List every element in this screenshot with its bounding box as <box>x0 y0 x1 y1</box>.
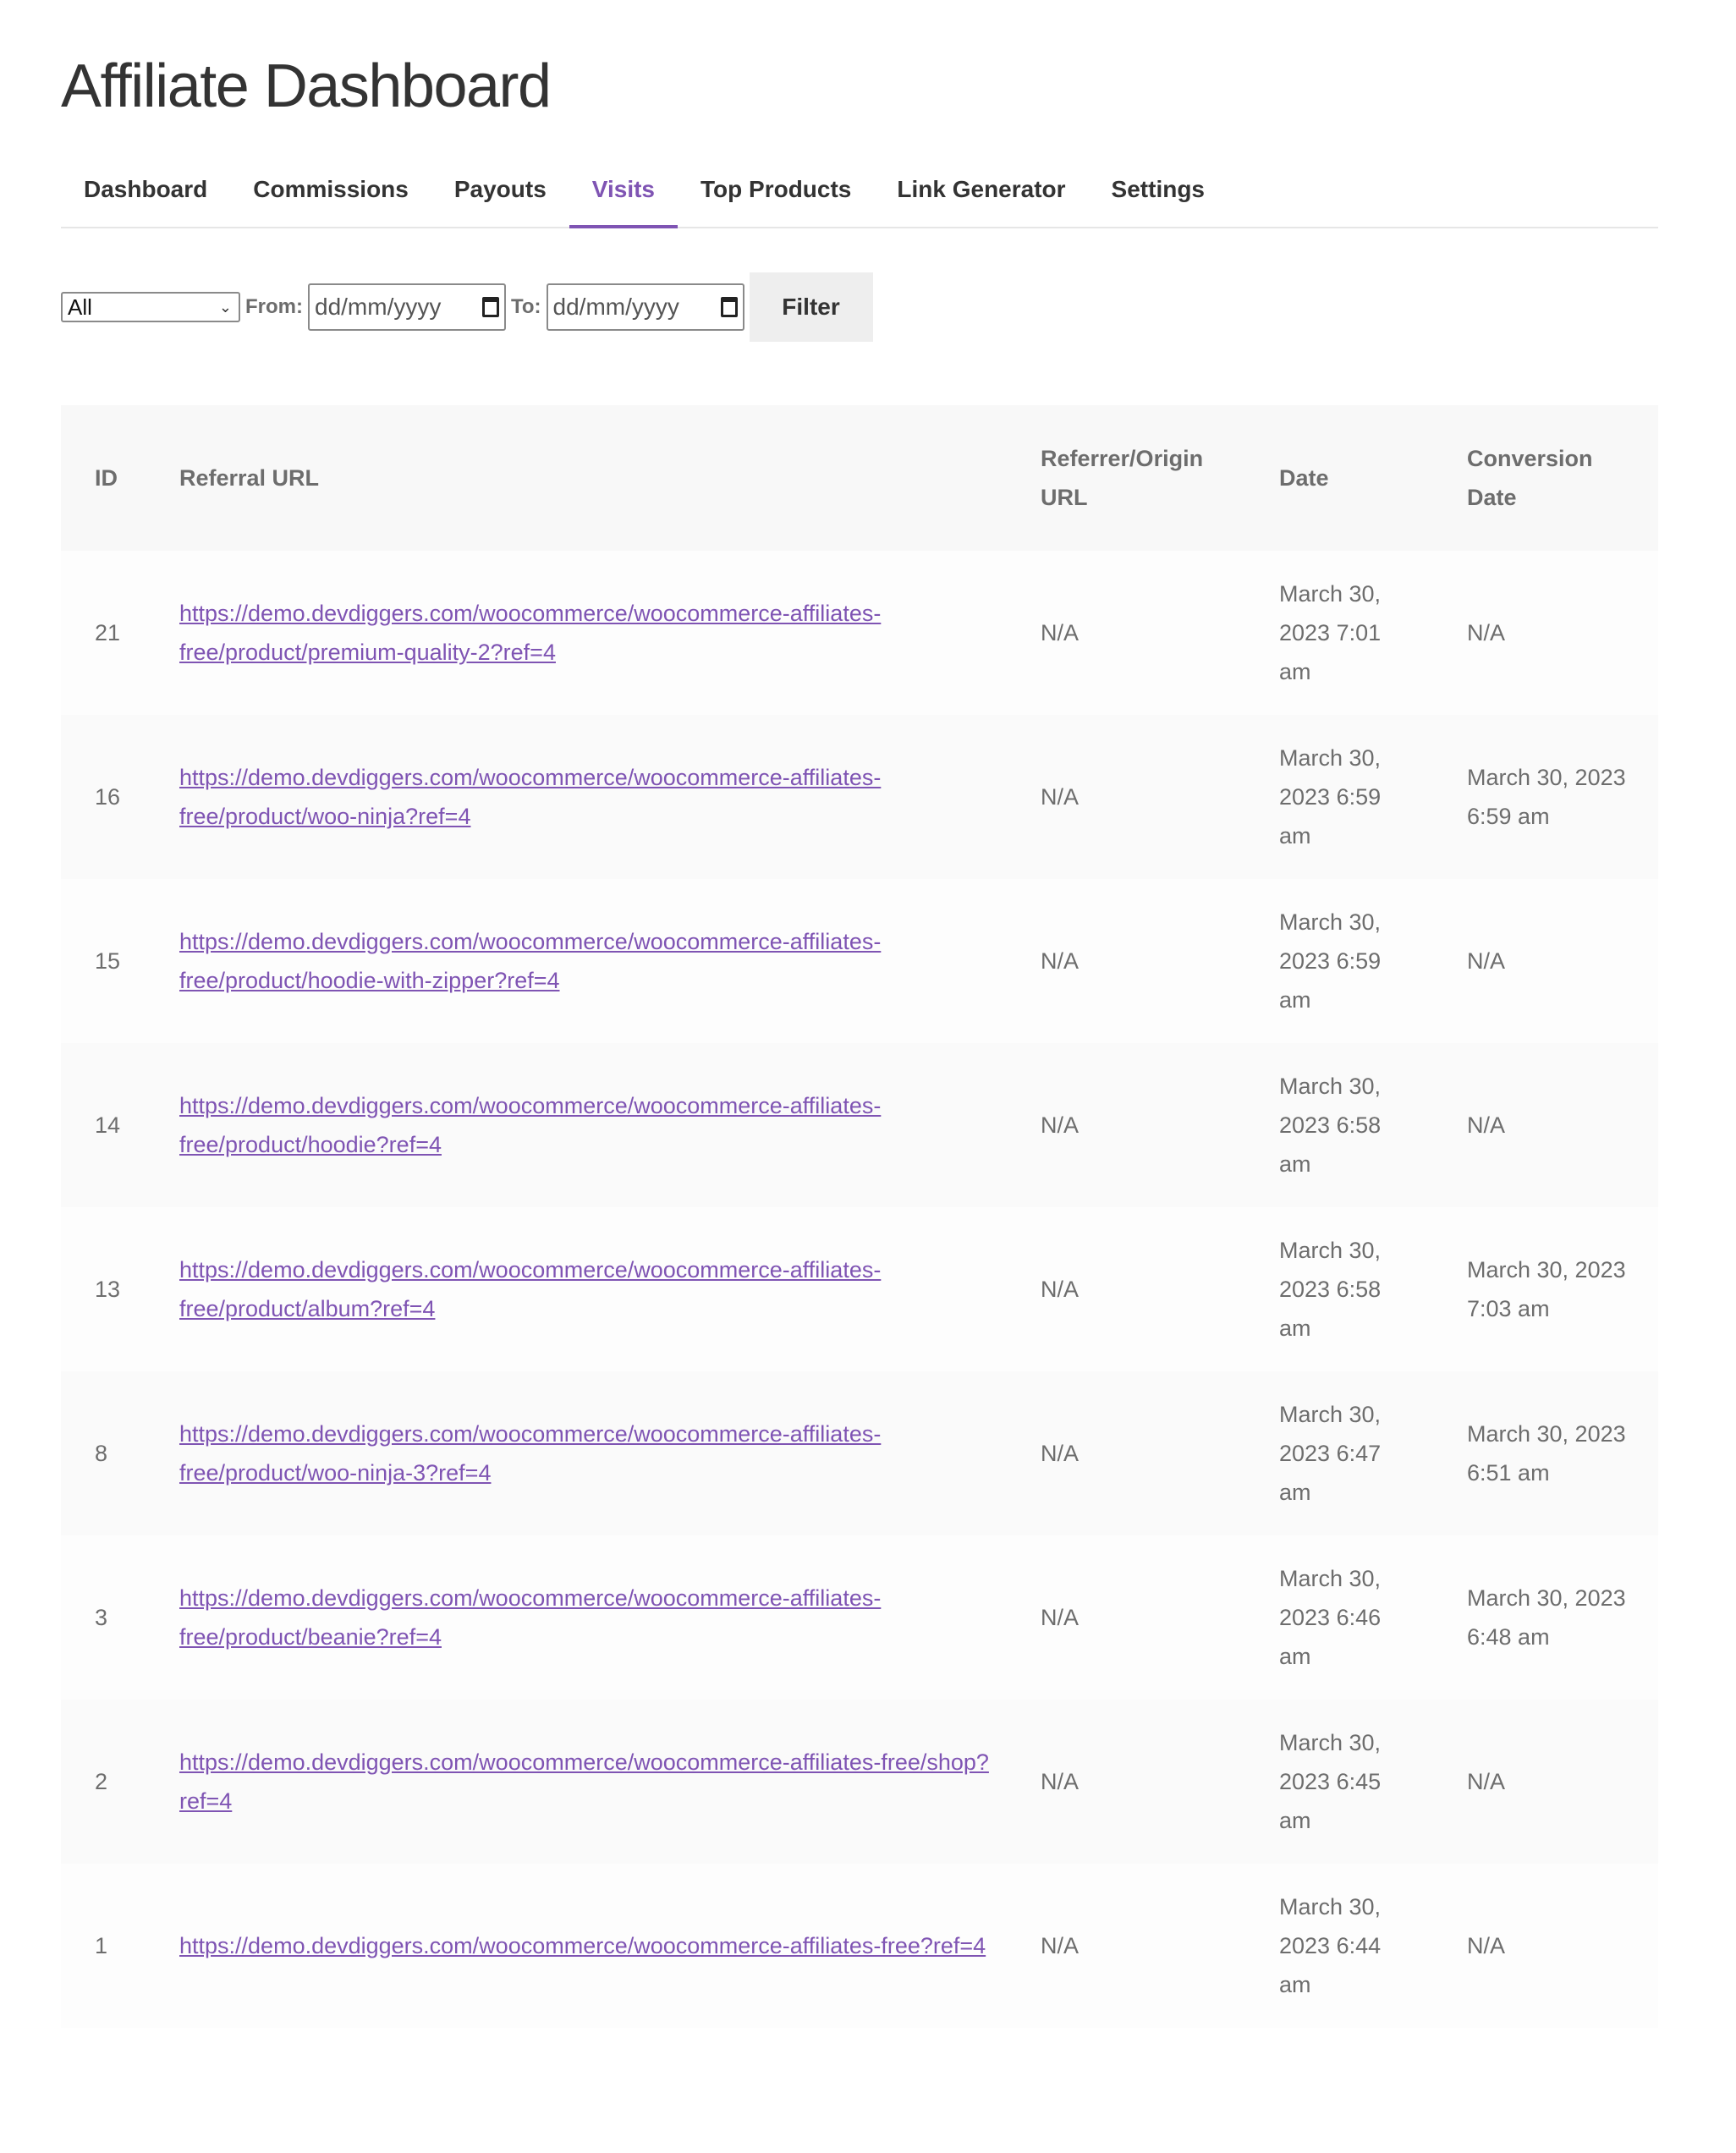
table-row: 1 https://demo.devdiggers.com/woocommerc… <box>61 1864 1658 2028</box>
cell-id: 2 <box>95 1769 108 1794</box>
cell-date: March 30, 2023 6:47 am <box>1279 1402 1382 1505</box>
cell-date: March 30, 2023 6:58 am <box>1279 1074 1382 1177</box>
tab-payouts[interactable]: Payouts <box>431 159 569 227</box>
from-date-input[interactable]: dd/mm/yyyy <box>308 283 506 331</box>
referral-url-link[interactable]: https://demo.devdiggers.com/woocommerce/… <box>179 1257 881 1321</box>
cell-referrer: N/A <box>1041 1441 1080 1466</box>
referral-url-link[interactable]: https://demo.devdiggers.com/woocommerce/… <box>179 1585 881 1650</box>
cell-date: March 30, 2023 6:58 am <box>1279 1238 1382 1341</box>
cell-date: March 30, 2023 6:59 am <box>1279 745 1382 849</box>
cell-id: 14 <box>95 1112 121 1138</box>
header-date: Date <box>1279 465 1329 491</box>
cell-date: March 30, 2023 6:59 am <box>1279 909 1382 1013</box>
cell-referrer: N/A <box>1041 948 1080 974</box>
dashboard-tabs: Dashboard Commissions Payouts Visits Top… <box>61 159 1658 228</box>
cell-id: 1 <box>95 1933 108 1958</box>
cell-id: 3 <box>95 1605 108 1630</box>
table-row: 16 https://demo.devdiggers.com/woocommer… <box>61 715 1658 879</box>
chevron-down-icon: ⌄ <box>218 298 232 316</box>
table-row: 15 https://demo.devdiggers.com/woocommer… <box>61 879 1658 1043</box>
table-row: 3 https://demo.devdiggers.com/woocommerc… <box>61 1535 1658 1700</box>
cell-referrer: N/A <box>1041 1605 1080 1630</box>
cell-referrer: N/A <box>1041 1933 1080 1958</box>
table-row: 2 https://demo.devdiggers.com/woocommerc… <box>61 1700 1658 1864</box>
cell-conversion-date: March 30, 2023 6:59 am <box>1467 765 1626 829</box>
to-label: To: <box>511 295 541 318</box>
cell-date: March 30, 2023 7:01 am <box>1279 581 1382 684</box>
tab-link-generator[interactable]: Link Generator <box>874 159 1088 227</box>
tab-settings[interactable]: Settings <box>1089 159 1228 227</box>
calendar-icon[interactable] <box>482 297 499 317</box>
cell-id: 13 <box>95 1277 121 1302</box>
page-title: Affiliate Dashboard <box>61 52 552 120</box>
header-referrer-url: Referrer/Origin URL <box>1041 446 1204 510</box>
status-select-value: All <box>68 294 92 320</box>
table-header-row: ID Referral URL Referrer/Origin URL Date… <box>61 405 1658 551</box>
referral-url-link[interactable]: https://demo.devdiggers.com/woocommerce/… <box>179 765 881 829</box>
header-referral-url: Referral URL <box>179 465 320 491</box>
visits-table: ID Referral URL Referrer/Origin URL Date… <box>61 405 1658 2028</box>
to-date-placeholder: dd/mm/yyyy <box>552 294 679 320</box>
cell-id: 15 <box>95 948 121 974</box>
cell-conversion-date: N/A <box>1467 1769 1506 1794</box>
cell-referrer: N/A <box>1041 1112 1080 1138</box>
cell-conversion-date: March 30, 2023 6:48 am <box>1467 1585 1626 1650</box>
affiliate-dashboard: Affiliate Dashboard Dashboard Commission… <box>61 0 1658 2028</box>
referral-url-link[interactable]: https://demo.devdiggers.com/woocommerce/… <box>179 1749 989 1814</box>
cell-referrer: N/A <box>1041 620 1080 645</box>
tab-top-products[interactable]: Top Products <box>678 159 874 227</box>
cell-conversion-date: N/A <box>1467 1933 1506 1958</box>
cell-date: March 30, 2023 6:46 am <box>1279 1566 1382 1669</box>
tab-commissions[interactable]: Commissions <box>230 159 431 227</box>
referral-url-link[interactable]: https://demo.devdiggers.com/woocommerce/… <box>179 1933 986 1958</box>
calendar-icon[interactable] <box>720 297 738 317</box>
cell-conversion-date: March 30, 2023 7:03 am <box>1467 1257 1626 1321</box>
cell-referrer: N/A <box>1041 784 1080 810</box>
referral-url-link[interactable]: https://demo.devdiggers.com/woocommerce/… <box>179 1093 881 1157</box>
header-id: ID <box>95 465 118 491</box>
cell-id: 16 <box>95 784 121 810</box>
table-row: 13 https://demo.devdiggers.com/woocommer… <box>61 1207 1658 1371</box>
filter-button[interactable]: Filter <box>749 272 873 342</box>
header-conversion-date: Conversion Date <box>1467 446 1593 510</box>
table-row: 21 https://demo.devdiggers.com/woocommer… <box>61 551 1658 715</box>
to-date-input[interactable]: dd/mm/yyyy <box>546 283 744 331</box>
table-row: 14 https://demo.devdiggers.com/woocommer… <box>61 1043 1658 1207</box>
cell-conversion-date: N/A <box>1467 1112 1506 1138</box>
cell-conversion-date: N/A <box>1467 948 1506 974</box>
tab-visits[interactable]: Visits <box>569 159 678 228</box>
cell-conversion-date: N/A <box>1467 620 1506 645</box>
cell-id: 21 <box>95 620 121 645</box>
from-date-placeholder: dd/mm/yyyy <box>315 294 442 320</box>
cell-date: March 30, 2023 6:45 am <box>1279 1730 1382 1833</box>
status-select[interactable]: All ⌄ <box>61 292 240 322</box>
tab-dashboard[interactable]: Dashboard <box>61 159 230 227</box>
from-label: From: <box>245 295 303 318</box>
table-row: 8 https://demo.devdiggers.com/woocommerc… <box>61 1371 1658 1535</box>
cell-referrer: N/A <box>1041 1769 1080 1794</box>
cell-referrer: N/A <box>1041 1277 1080 1302</box>
referral-url-link[interactable]: https://demo.devdiggers.com/woocommerce/… <box>179 601 881 665</box>
cell-id: 8 <box>95 1441 108 1466</box>
referral-url-link[interactable]: https://demo.devdiggers.com/woocommerce/… <box>179 929 881 993</box>
cell-conversion-date: March 30, 2023 6:51 am <box>1467 1421 1626 1486</box>
referral-url-link[interactable]: https://demo.devdiggers.com/woocommerce/… <box>179 1421 881 1486</box>
filter-bar: All ⌄ From: dd/mm/yyyy To: dd/mm/yyyy Fi… <box>61 272 1658 342</box>
cell-date: March 30, 2023 6:44 am <box>1279 1894 1382 1997</box>
